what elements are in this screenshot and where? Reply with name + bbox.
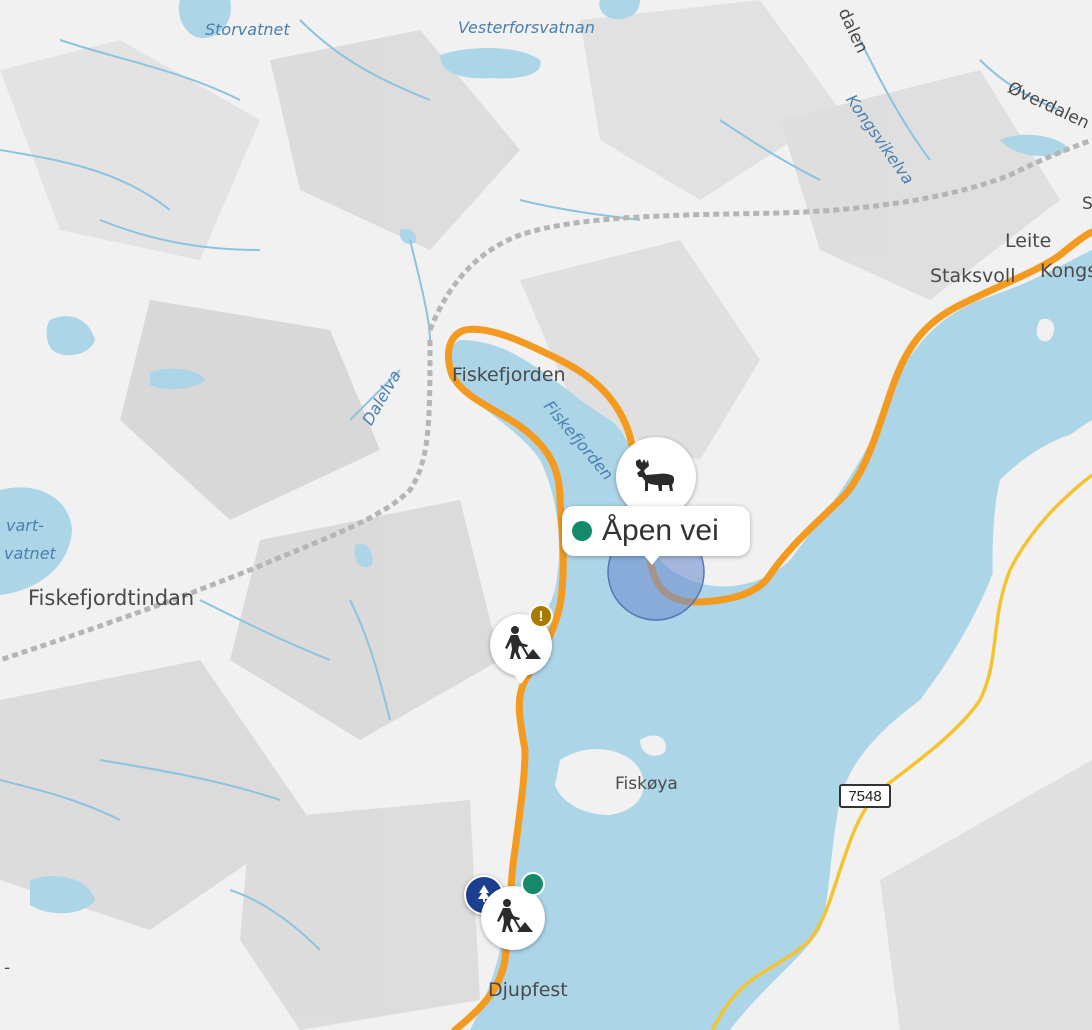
- place-label-fiskefjordtindan: Fiskefjordtindan: [28, 586, 195, 610]
- moose-warning-marker[interactable]: [616, 437, 696, 517]
- popup-pointer: [643, 554, 661, 565]
- lake-label-vatnet: vatnet: [4, 544, 56, 563]
- place-label-staksvoll: Staksvoll: [930, 265, 1016, 287]
- roadwork-marker-1-pointer: [512, 672, 530, 684]
- lake-label-vesterforsvatnan: Vesterforsvatnan: [458, 18, 595, 37]
- place-label-fiskoya: Fiskøya: [615, 774, 678, 794]
- lake-label-vart: vart-: [6, 516, 44, 535]
- road-status-popup[interactable]: Åpen vei: [562, 506, 750, 556]
- map-canvas[interactable]: [0, 0, 1092, 1030]
- roadwork-icon: [493, 898, 533, 939]
- place-label-leite: Leite: [1005, 230, 1052, 252]
- moose-icon: [632, 457, 680, 498]
- road-status-text: Åpen vei: [602, 514, 719, 547]
- place-label-kongs: Kongs: [1040, 260, 1092, 282]
- road-number-shield: 7548: [839, 784, 891, 808]
- map-view[interactable]: Storvatnet Vesterforsvatnan Kongsvikelva…: [0, 0, 1092, 1030]
- place-label-fiskefjorden: Fiskefjorden: [452, 364, 566, 386]
- place-label-edge-dash: -: [4, 958, 11, 978]
- lake-label-storvatnet: Storvatnet: [205, 20, 290, 39]
- open-status-dot: [572, 521, 592, 541]
- roadwork-icon: [501, 625, 541, 666]
- place-label-djupfest: Djupfest: [488, 979, 568, 1001]
- warning-badge: !: [529, 604, 553, 628]
- place-label-s: S: [1082, 194, 1092, 214]
- open-status-badge: [521, 872, 545, 896]
